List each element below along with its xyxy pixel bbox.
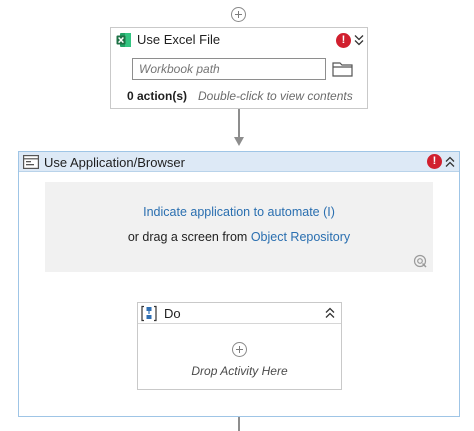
do-collapse-chevron-icon[interactable] xyxy=(324,306,336,320)
do-sequence-card[interactable]: Do Drop Activity Here xyxy=(137,302,342,390)
target-settings-icon[interactable] xyxy=(413,254,428,269)
sequence-icon xyxy=(141,305,157,322)
drag-screen-line: or drag a screen from Object Repository xyxy=(45,230,433,244)
indicate-target-panel: Indicate application to automate (I) or … xyxy=(45,182,433,272)
drag-screen-prefix: or drag a screen from xyxy=(127,230,248,244)
object-repository-link[interactable]: Object Repository xyxy=(251,230,350,244)
application-window-icon xyxy=(23,155,39,169)
excel-card-title: Use Excel File xyxy=(137,32,221,47)
browse-folder-button[interactable] xyxy=(331,58,354,80)
add-activity-do-icon[interactable] xyxy=(232,342,247,357)
app-card-title: Use Application/Browser xyxy=(44,155,185,170)
excel-icon xyxy=(116,33,131,47)
excel-collapse-chevron-icon[interactable] xyxy=(353,33,365,47)
workbook-path-input[interactable] xyxy=(132,58,326,80)
actions-count: 0 action(s) xyxy=(127,89,188,103)
connector-line xyxy=(238,109,240,138)
drop-activity-placeholder[interactable]: Drop Activity Here xyxy=(138,364,341,378)
app-card-header[interactable]: Use Application/Browser ! xyxy=(19,152,459,172)
use-excel-file-card[interactable]: Use Excel File ! 0 action(s) Double-clic… xyxy=(110,27,368,109)
connector-arrow-icon xyxy=(233,137,244,146)
bottom-connector-line xyxy=(238,417,240,431)
do-header[interactable]: Do xyxy=(138,303,341,324)
folder-icon xyxy=(332,62,353,77)
indicate-application-link[interactable]: Indicate application to automate (I) xyxy=(45,205,433,219)
add-activity-top-icon[interactable] xyxy=(231,7,246,22)
app-error-icon[interactable]: ! xyxy=(427,154,442,169)
excel-error-icon[interactable]: ! xyxy=(336,33,351,48)
app-collapse-chevron-icon[interactable] xyxy=(444,155,456,169)
do-title: Do xyxy=(164,306,181,321)
actions-hint: Double-click to view contents xyxy=(198,89,353,103)
